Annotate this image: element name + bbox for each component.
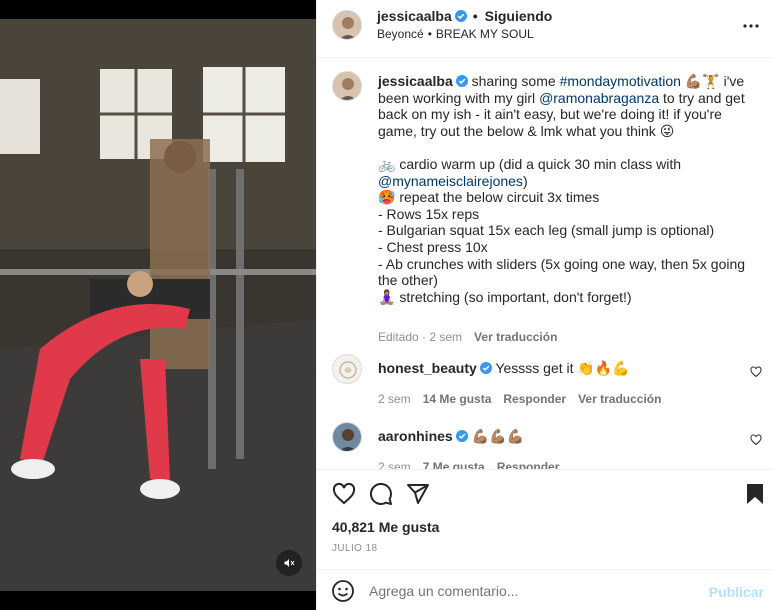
caption-text: jessicaalba sharing some #mondaymotivati… — [378, 73, 756, 305]
send-icon[interactable] — [406, 482, 430, 506]
author-avatar[interactable] — [332, 10, 362, 40]
audio-artist[interactable]: Beyoncé — [377, 27, 424, 41]
audio-attribution[interactable]: Beyoncé • BREAK MY SOUL — [377, 27, 534, 41]
mention-link[interactable]: @ramonabraganza — [539, 90, 659, 106]
post-details-panel: jessicaalba • Siguiendo Beyoncé • BREAK MY S… — [316, 0, 773, 610]
comment-likes[interactable]: 14 Me gusta — [423, 392, 492, 406]
publish-button[interactable]: Publicar — [709, 584, 764, 600]
comment-text: honest_beauty Yessss get it 👏🔥💪 — [378, 360, 630, 377]
commenter-avatar[interactable] — [332, 422, 362, 452]
mute-button[interactable] — [276, 550, 302, 576]
heart-icon[interactable] — [332, 482, 356, 506]
following-button[interactable]: Siguiendo — [485, 8, 553, 24]
verified-badge-icon — [455, 430, 468, 442]
heart-icon[interactable] — [750, 434, 762, 446]
caption-segment: ) 🥵 repeat the below circuit 3x times - … — [378, 172, 746, 305]
reply-button[interactable]: Responder — [497, 460, 560, 469]
muted-speaker-icon — [284, 559, 295, 567]
caption-segment: sharing some — [467, 73, 560, 89]
author-username[interactable]: jessicaalba — [377, 8, 452, 24]
mention-link[interactable]: @mynameisclairejones — [378, 173, 523, 189]
see-translation-link[interactable]: Ver traducción — [474, 330, 557, 344]
comments-list[interactable]: jessicaalba sharing some #mondaymotivati… — [317, 59, 773, 469]
comment-time: 2 sem — [378, 460, 411, 469]
post-media[interactable] — [0, 0, 316, 610]
commenter-username[interactable]: honest_beauty — [378, 360, 477, 376]
see-translation-link[interactable]: Ver traducción — [578, 392, 661, 406]
comment-meta: 2 sem 7 Me gusta Responder — [378, 460, 571, 469]
reply-button[interactable]: Responder — [503, 392, 566, 406]
post-actions: 40,821 Me gusta JULIO 18 — [317, 469, 773, 565]
header-title-row: jessicaalba • Siguiendo — [377, 8, 552, 24]
commenter-avatar[interactable] — [332, 354, 362, 384]
audio-track[interactable]: BREAK MY SOUL — [436, 27, 534, 41]
likes-count[interactable]: 40,821 Me gusta — [332, 519, 439, 535]
comment-body: 💪🏽💪🏽💪🏽 — [471, 428, 524, 444]
comment-input[interactable] — [369, 580, 689, 602]
post-header: jessicaalba • Siguiendo Beyoncé • BREAK MY S… — [317, 0, 773, 58]
comment-body: Yessss get it 👏🔥💪 — [495, 360, 630, 376]
more-options-button[interactable] — [742, 17, 760, 35]
verified-badge-icon — [479, 362, 492, 374]
workout-video[interactable] — [0, 19, 316, 591]
comment-text: aaronhines 💪🏽💪🏽💪🏽 — [378, 428, 524, 445]
commenter-username[interactable]: aaronhines — [378, 428, 453, 444]
verified-badge-icon — [455, 75, 468, 87]
comment-likes[interactable]: 7 Me gusta — [423, 460, 485, 469]
edited-timestamp: Editado · 2 sem — [378, 330, 463, 344]
emoji-icon[interactable] — [331, 579, 355, 603]
bookmark-icon[interactable] — [743, 482, 767, 506]
comment-icon[interactable] — [369, 482, 393, 506]
comment-meta: 2 sem 14 Me gusta Responder Ver traducción — [378, 392, 673, 406]
heart-icon[interactable] — [750, 366, 762, 378]
separator-dot: • — [427, 27, 432, 41]
caption-meta: Editado · 2 sem Ver traducción — [378, 330, 557, 344]
post-date: JULIO 18 — [332, 543, 378, 554]
hashtag-link[interactable]: #mondaymotivation — [560, 73, 681, 89]
verified-badge-icon — [454, 10, 467, 22]
author-avatar[interactable] — [332, 71, 362, 101]
caption-username[interactable]: jessicaalba — [378, 73, 453, 89]
more-options-icon — [743, 24, 759, 28]
comment-time: 2 sem — [378, 392, 411, 406]
separator-dot: • — [472, 8, 478, 24]
add-comment-bar: Publicar — [317, 569, 773, 610]
